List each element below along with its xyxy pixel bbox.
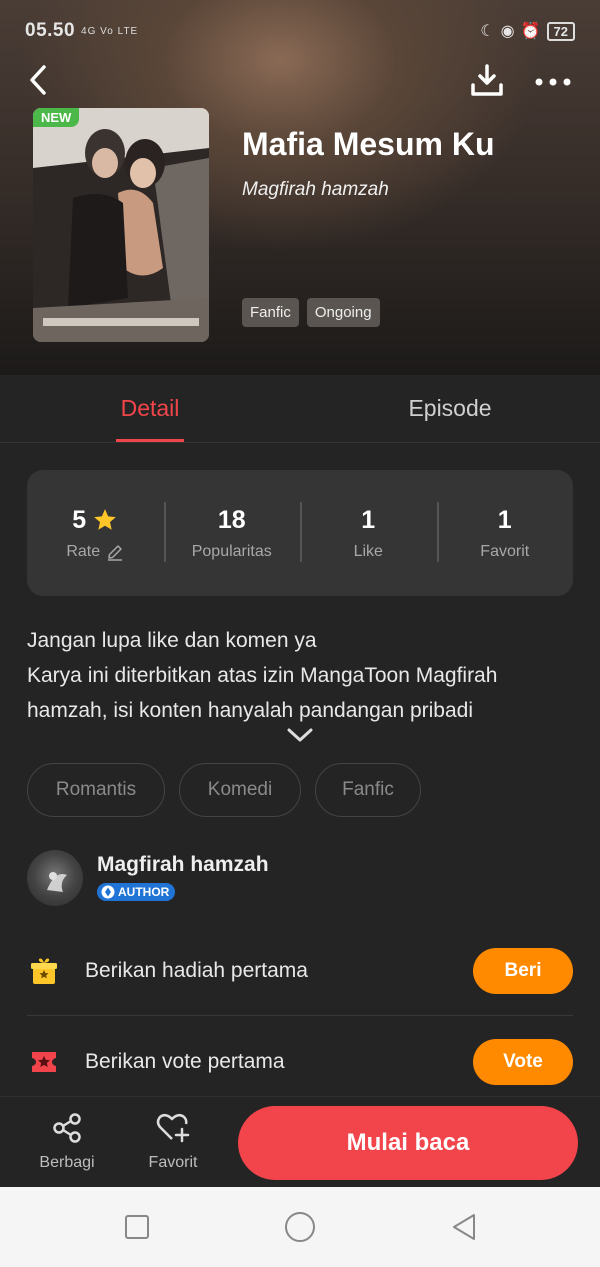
favorite-button[interactable]: Favorit xyxy=(133,1111,213,1172)
status-time: 05.50 xyxy=(25,20,76,41)
stat-favorite: 1 Favorit xyxy=(436,501,574,562)
edit-icon xyxy=(108,544,123,561)
give-gift-button[interactable]: Beri xyxy=(473,947,573,994)
recent-apps-button[interactable] xyxy=(121,1211,153,1243)
expand-description-button[interactable] xyxy=(284,722,316,748)
description-line-1: Jangan lupa like dan komen ya xyxy=(27,629,317,652)
share-icon xyxy=(53,1113,81,1143)
more-options-button[interactable] xyxy=(530,62,576,102)
bottom-action-bar: Berbagi Favorit Mulai baca xyxy=(0,1096,600,1187)
tag-ongoing: Ongoing xyxy=(306,298,380,327)
status-bar: 05.50 4G Vo LTE ☾ ◉ ⏰ 72 xyxy=(0,0,600,62)
stat-like: 1 Like xyxy=(300,501,437,562)
genre-list: Romantis Komedi Fanfic xyxy=(27,763,421,817)
description-line-2: Karya ini diterbitkan atas izin MangaToo… xyxy=(27,664,498,722)
like-label: Like xyxy=(353,542,383,560)
popularity-value: 18 xyxy=(217,505,246,534)
rate-label: Rate xyxy=(66,542,101,560)
author-row[interactable]: Magfirah hamzah AUTHOR xyxy=(27,850,269,906)
download-button[interactable] xyxy=(466,60,508,102)
tag-fanfic: Fanfic xyxy=(242,298,299,327)
book-author[interactable]: Magfirah hamzah xyxy=(242,179,389,201)
gift-text: Berikan hadiah pertama xyxy=(85,958,308,982)
vote-button[interactable]: Vote xyxy=(473,1039,573,1085)
download-icon xyxy=(471,64,503,96)
stat-rate[interactable]: 5 Rate xyxy=(27,506,164,561)
vote-text: Berikan vote pertama xyxy=(85,1050,285,1073)
moon-icon: ☾ xyxy=(480,23,495,40)
back-button[interactable] xyxy=(18,60,58,100)
alarm-icon: ⏰ xyxy=(520,23,541,40)
author-badge-icon xyxy=(101,885,115,899)
stats-card: 5 Rate 18 Popularitas 1 Like 1 Favorit xyxy=(27,470,573,596)
heart-plus-icon xyxy=(156,1114,190,1143)
vote-row: Berikan vote pertama Vote xyxy=(27,1017,573,1107)
author-badge-label: AUTHOR xyxy=(118,885,170,899)
vote-ticket-icon xyxy=(27,1045,61,1079)
author-avatar[interactable] xyxy=(27,850,83,906)
new-badge: NEW xyxy=(33,108,80,127)
gift-icon xyxy=(27,954,61,988)
chevron-left-icon xyxy=(30,65,46,95)
battery-indicator: 72 xyxy=(546,21,575,41)
stat-popularity: 18 Popularitas xyxy=(163,501,301,562)
popularity-label: Popularitas xyxy=(191,542,272,560)
cover-illustration xyxy=(33,108,209,342)
lock-icon: ◉ xyxy=(500,23,515,40)
book-cover[interactable]: NEW xyxy=(33,108,209,342)
share-label: Berbagi xyxy=(39,1154,95,1171)
favorite-value: 1 xyxy=(497,505,512,534)
book-detail-screen: 05.50 4G Vo LTE ☾ ◉ ⏰ 72 NEW Mafia Mesum… xyxy=(0,0,600,1267)
hero-header: 05.50 4G Vo LTE ☾ ◉ ⏰ 72 NEW Mafia Mesum… xyxy=(0,0,600,375)
tab-episode[interactable]: Episode xyxy=(300,375,600,442)
author-badge: AUTHOR xyxy=(97,883,176,901)
circle-icon xyxy=(285,1212,315,1242)
favorite-label: Favorit xyxy=(480,542,530,560)
start-reading-button[interactable]: Mulai baca xyxy=(238,1106,578,1180)
chevron-down-icon xyxy=(287,728,313,742)
share-button[interactable]: Berbagi xyxy=(27,1111,107,1172)
more-icon xyxy=(535,78,571,86)
rate-value: 5 xyxy=(72,505,87,534)
like-value: 1 xyxy=(361,505,376,534)
avatar-illustration xyxy=(47,872,67,892)
star-icon xyxy=(94,509,117,530)
genre-chip-fanfic[interactable]: Fanfic xyxy=(315,763,421,817)
favorite-label: Favorit xyxy=(148,1154,198,1171)
system-navigation-bar xyxy=(0,1187,600,1267)
square-icon xyxy=(125,1215,149,1239)
network-indicator: 4G Vo LTE xyxy=(81,25,139,37)
tab-detail[interactable]: Detail xyxy=(0,375,300,442)
book-tags: Fanfic Ongoing xyxy=(242,298,380,327)
book-title: Mafia Mesum Ku xyxy=(242,126,495,162)
gift-row: Berikan hadiah pertama Beri xyxy=(27,926,573,1016)
author-name[interactable]: Magfirah hamzah xyxy=(97,853,269,877)
description: Jangan lupa like dan komen ya Karya ini … xyxy=(27,623,577,728)
home-button[interactable] xyxy=(284,1211,316,1243)
system-back-button[interactable] xyxy=(448,1211,480,1243)
status-icons: ☾ ◉ ⏰ 72 xyxy=(480,21,575,41)
genre-chip-komedi[interactable]: Komedi xyxy=(179,763,301,817)
genre-chip-romantis[interactable]: Romantis xyxy=(27,763,165,817)
triangle-back-icon xyxy=(453,1214,475,1240)
tab-bar: Detail Episode xyxy=(0,375,600,443)
